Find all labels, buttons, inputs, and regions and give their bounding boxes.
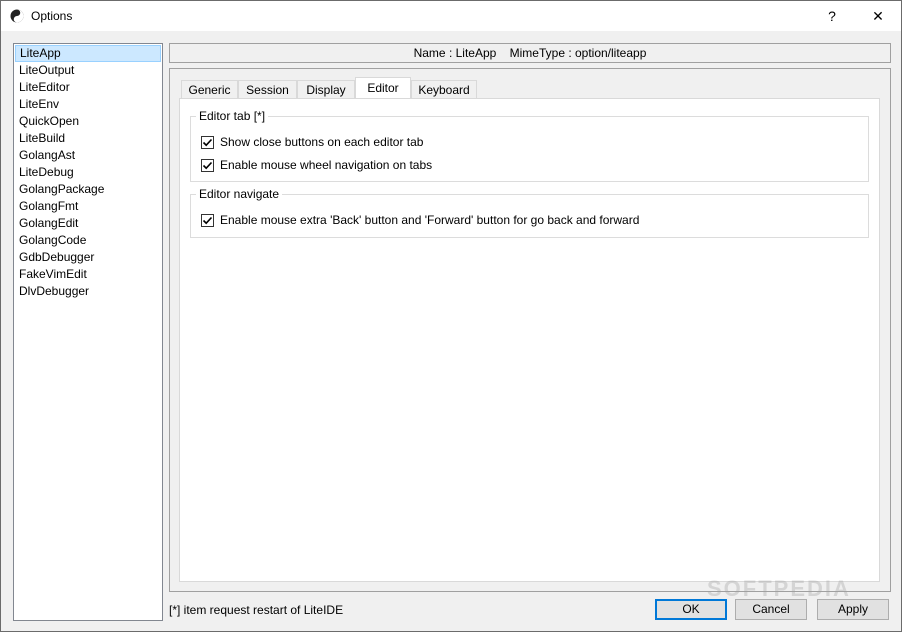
category-item-fakevimedit[interactable]: FakeVimEdit xyxy=(15,266,161,283)
apply-button[interactable]: Apply xyxy=(817,599,889,620)
category-item-golangfmt[interactable]: GolangFmt xyxy=(15,198,161,215)
category-item-golangast[interactable]: GolangAst xyxy=(15,147,161,164)
category-item-litedebug[interactable]: LiteDebug xyxy=(15,164,161,181)
editor-navigate-group: Editor navigate Enable mouse extra 'Back… xyxy=(190,187,869,238)
option-header-info: Name : LiteApp MimeType : option/liteapp xyxy=(169,43,891,63)
mouse-extra-buttons-option[interactable]: Enable mouse extra 'Back' button and 'Fo… xyxy=(201,212,639,228)
checkmark-icon xyxy=(202,216,213,224)
category-item-gdbdebugger[interactable]: GdbDebugger xyxy=(15,249,161,266)
checkbox-mouse-extra-buttons[interactable] xyxy=(201,213,214,227)
liteide-app-icon xyxy=(10,9,24,23)
title-bar: Options ? ✕ xyxy=(1,1,901,31)
category-item-quickopen[interactable]: QuickOpen xyxy=(15,113,161,130)
show-close-buttons-label: Show close buttons on each editor tab xyxy=(220,135,424,149)
options-dialog: Options ? ✕ LiteApp LiteOutput LiteEdito… xyxy=(0,0,902,632)
category-item-golangcode[interactable]: GolangCode xyxy=(15,232,161,249)
tab-display[interactable]: Display xyxy=(297,80,355,99)
editor-tab-group-title: Editor tab [*] xyxy=(196,109,269,123)
option-category-list[interactable]: LiteApp LiteOutput LiteEditor LiteEnv Qu… xyxy=(13,43,163,621)
help-button[interactable]: ? xyxy=(809,1,855,31)
mouse-extra-buttons-label: Enable mouse extra 'Back' button and 'Fo… xyxy=(220,213,640,227)
tab-generic[interactable]: Generic xyxy=(181,80,238,99)
tab-session[interactable]: Session xyxy=(238,80,297,99)
tab-editor[interactable]: Editor xyxy=(355,77,411,99)
tab-keyboard[interactable]: Keyboard xyxy=(411,80,477,99)
category-item-golangpackage[interactable]: GolangPackage xyxy=(15,181,161,198)
close-icon: ✕ xyxy=(872,7,884,24)
category-item-dlvdebugger[interactable]: DlvDebugger xyxy=(15,283,161,300)
mouse-wheel-navigation-option[interactable]: Enable mouse wheel navigation on tabs xyxy=(201,157,432,173)
category-item-golangedit[interactable]: GolangEdit xyxy=(15,215,161,232)
window-title: Options xyxy=(31,9,73,23)
editor-navigate-group-title: Editor navigate xyxy=(196,187,283,201)
editor-tab-page: Editor tab [*] Show close buttons on eac… xyxy=(179,98,880,582)
show-close-buttons-option[interactable]: Show close buttons on each editor tab xyxy=(201,134,423,150)
close-button[interactable]: ✕ xyxy=(855,1,901,31)
category-item-liteoutput[interactable]: LiteOutput xyxy=(15,62,161,79)
mouse-wheel-navigation-label: Enable mouse wheel navigation on tabs xyxy=(220,158,433,172)
editor-tab-group: Editor tab [*] Show close buttons on eac… xyxy=(190,109,869,182)
restart-note: [*] item request restart of LiteIDE xyxy=(169,603,344,617)
category-item-liteenv[interactable]: LiteEnv xyxy=(15,96,161,113)
category-item-liteeditor[interactable]: LiteEditor xyxy=(15,79,161,96)
checkbox-show-close-buttons[interactable] xyxy=(201,135,214,149)
checkbox-mouse-wheel-navigation[interactable] xyxy=(201,158,214,172)
cancel-button[interactable]: Cancel xyxy=(735,599,807,620)
checkmark-icon xyxy=(202,161,213,169)
ok-button[interactable]: OK xyxy=(655,599,727,620)
category-item-liteapp[interactable]: LiteApp xyxy=(15,45,161,62)
category-item-litebuild[interactable]: LiteBuild xyxy=(15,130,161,147)
checkmark-icon xyxy=(202,138,213,146)
